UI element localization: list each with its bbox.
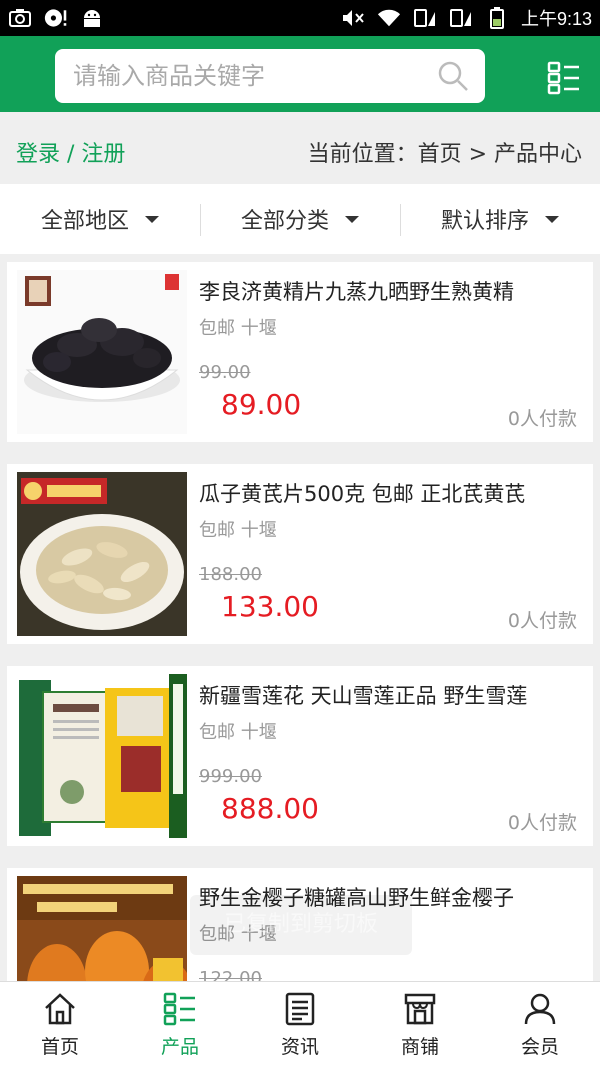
product-card[interactable]: 李良济黄精片九蒸九晒野生熟黄精 包邮 十堰 99.00 89.00 0人付款: [7, 262, 593, 442]
product-shipping: 包邮 十堰: [199, 722, 277, 743]
nav-news[interactable]: 资讯: [240, 982, 360, 1067]
android-icon: [80, 7, 104, 29]
product-card[interactable]: 新疆雪莲花 天山雪莲正品 野生雪莲 包邮 十堰 999.00 888.00 0人…: [7, 666, 593, 846]
nav-news-label: 资讯: [280, 1036, 319, 1058]
filter-region-label: 全部地区: [40, 209, 129, 234]
disc-alert-icon: [44, 7, 68, 29]
product-title[interactable]: 瓜子黄芪片500克 包邮 正北芪黄芪: [199, 478, 579, 508]
filter-category[interactable]: 全部分类: [200, 184, 400, 254]
filter-region[interactable]: 全部地区: [0, 184, 200, 254]
nav-products[interactable]: 产品: [120, 982, 240, 1067]
product-price: 89.00: [221, 388, 302, 421]
news-icon: [283, 992, 317, 1026]
nav-stores-label: 商铺: [400, 1036, 439, 1058]
product-title[interactable]: 李良济黄精片九蒸九晒野生熟黄精: [199, 276, 579, 306]
store-icon: [403, 992, 437, 1026]
filter-category-label: 全部分类: [240, 209, 329, 234]
nav-home-label: 首页: [40, 1036, 79, 1058]
nav-products-label: 产品: [160, 1036, 199, 1058]
sim-signal-icon-2: [449, 7, 473, 29]
product-shipping: 包邮 十堰: [199, 520, 277, 541]
toast-message: 已复制到剪切板: [190, 895, 412, 955]
original-price-value: 188.00: [199, 564, 262, 585]
grid-list-icon: [163, 992, 197, 1026]
category-menu-icon[interactable]: [547, 61, 581, 95]
sim-signal-icon: [413, 7, 437, 29]
product-original-price: 999.00: [199, 766, 262, 787]
search-input[interactable]: 请输入商品关键字: [73, 49, 265, 103]
product-image-huangjing[interactable]: [17, 270, 187, 434]
search-icon[interactable]: [437, 60, 469, 92]
product-title[interactable]: 新疆雪莲花 天山雪莲正品 野生雪莲: [199, 680, 579, 710]
nav-member-label: 会员: [520, 1036, 559, 1058]
original-price-value: 99.00: [199, 362, 251, 383]
product-card[interactable]: 瓜子黄芪片500克 包邮 正北芪黄芪 包邮 十堰 188.00 133.00 0…: [7, 464, 593, 644]
product-price: 888.00: [221, 792, 319, 825]
bottom-nav: 首页 产品 资讯 商铺 会员: [0, 981, 600, 1067]
original-price-value: 999.00: [199, 766, 262, 787]
clock: 上午9:13: [520, 9, 592, 29]
nav-member[interactable]: 会员: [480, 982, 600, 1067]
status-bar: 上午9:13: [0, 0, 600, 36]
search-box[interactable]: 请输入商品关键字: [55, 49, 485, 103]
screenshot-icon: [8, 7, 32, 29]
nav-home[interactable]: 首页: [0, 982, 120, 1067]
product-image-huangqi[interactable]: [17, 472, 187, 636]
caret-down-icon: [145, 215, 159, 223]
breadcrumb-bar: 登录 / 注册 当前位置：首页 > 产品中心: [0, 112, 600, 184]
app-header: 请输入商品关键字: [0, 36, 600, 112]
product-buyers: 0人付款: [507, 408, 577, 430]
product-buyers: 0人付款: [507, 812, 577, 834]
user-icon: [523, 992, 557, 1026]
mute-icon: [341, 7, 365, 29]
filter-sort[interactable]: 默认排序: [400, 184, 600, 254]
product-buyers: 0人付款: [507, 610, 577, 632]
battery-icon: [485, 7, 509, 29]
product-original-price: 99.00: [199, 362, 251, 383]
product-image-snow-lotus[interactable]: [17, 674, 187, 838]
wifi-icon: [377, 7, 401, 29]
nav-stores[interactable]: 商铺: [360, 982, 480, 1067]
product-price: 133.00: [221, 590, 319, 623]
caret-down-icon: [345, 215, 359, 223]
home-icon: [43, 992, 77, 1026]
filter-bar: 全部地区 全部分类 默认排序: [0, 184, 600, 254]
caret-down-icon: [545, 215, 559, 223]
product-original-price: 188.00: [199, 564, 262, 585]
filter-sort-label: 默认排序: [440, 209, 529, 234]
product-shipping: 包邮 十堰: [199, 318, 277, 339]
